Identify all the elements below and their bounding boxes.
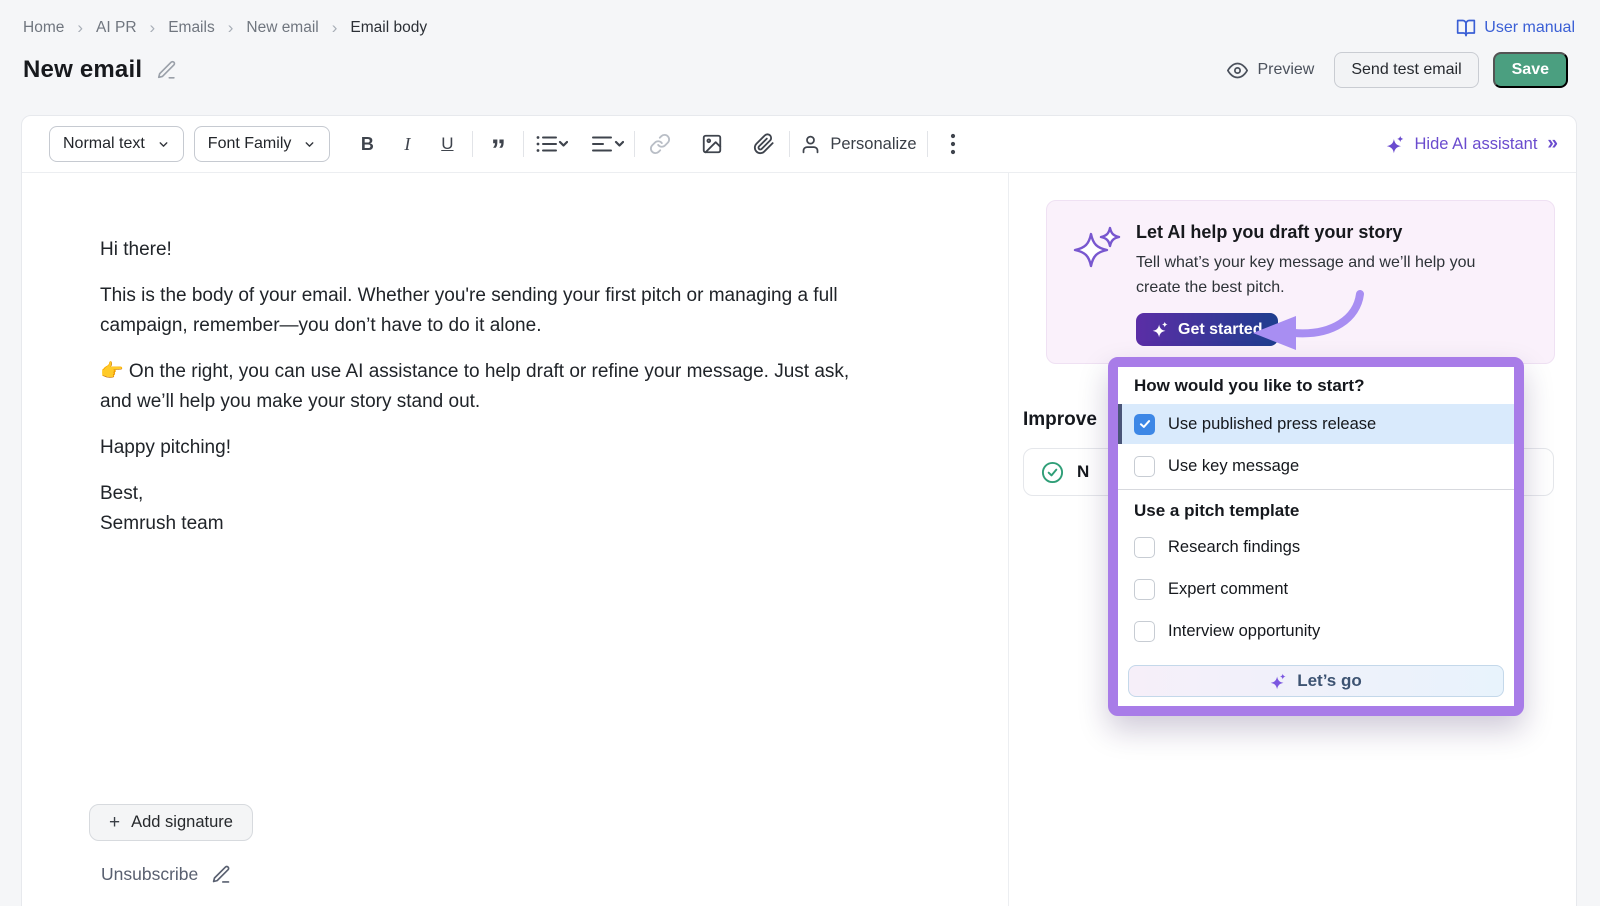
improve-status-label: N xyxy=(1077,462,1089,482)
sparkle-icon xyxy=(1152,321,1169,338)
breadcrumb-home[interactable]: Home xyxy=(23,19,64,37)
option-interview-opportunity[interactable]: Interview opportunity xyxy=(1118,610,1514,652)
underline-button[interactable]: U xyxy=(432,128,462,160)
option-label: Research findings xyxy=(1168,538,1300,557)
personalize-label: Personalize xyxy=(830,135,916,154)
title-row: New email Preview Send test email Save xyxy=(23,52,1568,88)
bullet-list-button[interactable] xyxy=(534,128,568,160)
get-started-label: Get started xyxy=(1178,321,1262,339)
ai-promo-title: Let AI help you draft your story xyxy=(1136,222,1475,243)
ai-start-dropdown: How would you like to start? Use publish… xyxy=(1108,357,1524,716)
option-label: Use published press release xyxy=(1168,415,1376,434)
hide-ai-assistant-label: Hide AI assistant xyxy=(1415,135,1538,154)
plus-icon: + xyxy=(109,812,120,834)
breadcrumb-separator: › xyxy=(228,18,234,38)
dropdown-divider xyxy=(1118,489,1514,490)
more-options-kebab-icon[interactable] xyxy=(938,128,968,160)
email-body-editor[interactable]: Hi there! This is the body of your email… xyxy=(22,173,1008,906)
option-label: Expert comment xyxy=(1168,580,1288,599)
toolbar-divider xyxy=(634,131,635,157)
checkbox-unchecked[interactable] xyxy=(1134,579,1155,600)
toolbar-divider xyxy=(789,131,790,157)
breadcrumb-new-email[interactable]: New email xyxy=(246,19,318,37)
ai-promo-content: Let AI help you draft your story Tell wh… xyxy=(1136,222,1475,342)
eye-icon xyxy=(1227,60,1248,81)
improve-section-heading: Improve xyxy=(1023,409,1097,431)
checkbox-unchecked[interactable] xyxy=(1134,621,1155,642)
page-title: New email xyxy=(23,56,142,84)
pitch-template-heading: Use a pitch template xyxy=(1134,501,1498,521)
preview-label: Preview xyxy=(1257,61,1314,79)
breadcrumb: Home › AI PR › Emails › New email › Emai… xyxy=(23,18,427,38)
checkbox-unchecked[interactable] xyxy=(1134,456,1155,477)
font-family-select[interactable]: Font Family xyxy=(194,126,331,162)
save-button[interactable]: Save xyxy=(1493,52,1568,88)
unsubscribe-label: Unsubscribe xyxy=(101,864,198,885)
double-chevron-right-icon: » xyxy=(1547,133,1556,155)
user-manual-link[interactable]: User manual xyxy=(1456,18,1575,38)
lets-go-label: Let’s go xyxy=(1297,671,1362,691)
ai-promo-description: Tell what’s your key message and we’ll h… xyxy=(1136,250,1475,300)
ai-promo-card: Let AI help you draft your story Tell wh… xyxy=(1046,200,1555,364)
lets-go-button[interactable]: Let’s go xyxy=(1128,665,1504,697)
hide-ai-assistant-button[interactable]: Hide AI assistant » xyxy=(1386,133,1556,155)
option-use-key-message[interactable]: Use key message xyxy=(1118,444,1514,489)
alignment-button[interactable] xyxy=(590,128,624,160)
email-paragraph: Happy pitching! xyxy=(100,433,968,463)
sparkle-icon xyxy=(1386,135,1405,154)
email-paragraph: Hi there! xyxy=(100,235,968,265)
bold-button[interactable]: B xyxy=(352,128,382,160)
sparkle-icon xyxy=(1270,673,1287,690)
checkbox-checked[interactable] xyxy=(1134,414,1155,435)
breadcrumb-ai-pr[interactable]: AI PR xyxy=(96,19,136,37)
blockquote-button[interactable]: ” xyxy=(483,128,513,160)
italic-button[interactable]: I xyxy=(392,128,422,160)
chevron-down-icon xyxy=(157,138,170,151)
toolbar-divider xyxy=(523,131,524,157)
get-started-button[interactable]: Get started xyxy=(1136,313,1278,346)
editor-card: Normal text Font Family B I U ” xyxy=(21,115,1577,906)
dropdown-question: How would you like to start? xyxy=(1134,376,1498,396)
chevron-down-icon xyxy=(303,138,316,151)
font-family-value: Font Family xyxy=(208,135,292,153)
editor-toolbar: Normal text Font Family B I U ” xyxy=(22,116,1576,173)
option-label: Interview opportunity xyxy=(1168,622,1320,641)
preview-button[interactable]: Preview xyxy=(1221,52,1320,88)
email-editor-page: Home › AI PR › Emails › New email › Emai… xyxy=(0,0,1600,906)
block-style-select[interactable]: Normal text xyxy=(49,126,184,162)
option-research-findings[interactable]: Research findings xyxy=(1118,526,1514,568)
breadcrumb-separator: › xyxy=(77,18,83,38)
send-test-email-button[interactable]: Send test email xyxy=(1334,52,1478,88)
email-paragraph: This is the body of your email. Whether … xyxy=(100,281,968,341)
add-signature-button[interactable]: + Add signature xyxy=(89,804,253,841)
unsubscribe-block[interactable]: Unsubscribe xyxy=(101,864,232,885)
option-label: Use key message xyxy=(1168,457,1299,476)
panel-divider xyxy=(1008,173,1009,906)
book-icon xyxy=(1456,18,1476,38)
toolbar-divider xyxy=(472,131,473,157)
breadcrumb-separator: › xyxy=(332,18,338,38)
header-actions: Preview Send test email Save xyxy=(1221,52,1568,88)
toolbar-divider xyxy=(927,131,928,157)
email-paragraph: 👉 On the right, you can use AI assistanc… xyxy=(100,357,968,417)
check-circle-icon xyxy=(1041,461,1064,484)
link-button[interactable] xyxy=(645,128,675,160)
pencil-icon[interactable] xyxy=(211,864,232,885)
option-expert-comment[interactable]: Expert comment xyxy=(1118,568,1514,610)
ai-sparkles-icon xyxy=(1071,222,1123,342)
add-signature-label: Add signature xyxy=(131,813,233,832)
breadcrumb-emails[interactable]: Emails xyxy=(168,19,215,37)
breadcrumb-row: Home › AI PR › Emails › New email › Emai… xyxy=(23,18,1575,38)
image-button[interactable] xyxy=(697,128,727,160)
email-paragraph: Best, Semrush team xyxy=(100,479,968,539)
checkbox-unchecked[interactable] xyxy=(1134,537,1155,558)
edit-title-icon[interactable] xyxy=(156,59,178,81)
breadcrumb-current: Email body xyxy=(350,19,427,37)
attachment-icon[interactable] xyxy=(749,128,779,160)
option-use-published-press-release[interactable]: Use published press release xyxy=(1118,404,1514,444)
user-manual-label: User manual xyxy=(1484,19,1575,37)
breadcrumb-separator: › xyxy=(150,18,156,38)
personalize-button[interactable]: Personalize xyxy=(800,128,916,160)
block-style-value: Normal text xyxy=(63,135,145,153)
